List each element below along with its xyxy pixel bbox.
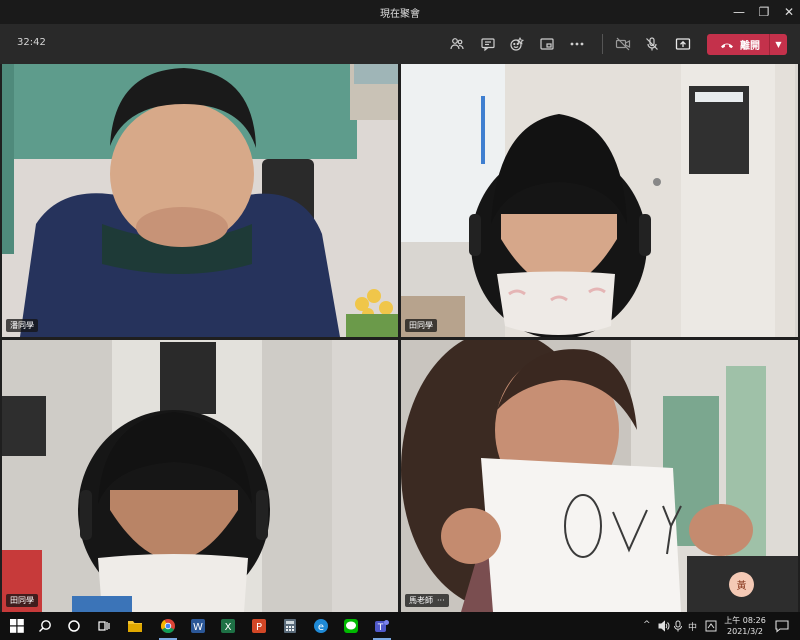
svg-text:P: P — [256, 622, 262, 633]
participant-video-feed — [401, 64, 798, 337]
file-explorer-icon[interactable] — [124, 616, 146, 636]
svg-text:X: X — [225, 622, 232, 633]
svg-text:W: W — [193, 622, 203, 633]
meeting-timer: 32:42 — [17, 37, 46, 48]
word-icon[interactable]: W — [187, 616, 209, 636]
notification-center-icon[interactable] — [774, 618, 790, 634]
powerpoint-icon[interactable]: P — [248, 616, 270, 636]
svg-text:e: e — [318, 622, 324, 633]
participant-name: 田同學 — [409, 321, 433, 330]
leave-main[interactable]: 離開 — [707, 34, 769, 55]
microphone-tray-icon[interactable] — [667, 616, 689, 636]
close-button[interactable]: ✕ — [776, 0, 800, 24]
self-view-tile[interactable]: 黃 — [687, 556, 798, 612]
minimize-button[interactable]: — — [726, 0, 752, 24]
participant-video-feed — [2, 64, 398, 337]
leave-label: 離開 — [740, 41, 760, 52]
share-screen-icon[interactable] — [673, 34, 693, 54]
participant-name-tag: 田同學 — [6, 594, 38, 607]
teams-meeting-window: 現在聚會 — ❐ ✕ 32:42 離開 ▼ 潘同學 田同學 田同學 馬老師 ··… — [0, 0, 800, 640]
participant-name: 田同學 — [10, 596, 34, 605]
leave-options-chevron-icon[interactable]: ▼ — [770, 40, 787, 49]
participant-video-tile[interactable]: 潘同學 — [2, 64, 398, 337]
participant-name-tag: 田同學 — [405, 319, 437, 332]
participant-video-tile[interactable]: 田同學 — [401, 64, 798, 337]
chrome-icon[interactable] — [157, 616, 179, 640]
svg-text:T: T — [377, 623, 384, 633]
tray-overflow-chevron-icon[interactable]: ^ — [643, 620, 651, 630]
title-bar: 現在聚會 — ❐ ✕ — [0, 0, 800, 24]
camera-off-icon[interactable] — [613, 34, 633, 54]
toolbar-divider — [602, 34, 603, 54]
more-actions-icon[interactable] — [567, 34, 587, 54]
ime-mode-icon[interactable] — [700, 616, 722, 636]
edge-icon[interactable]: e — [310, 616, 332, 636]
hang-up-icon — [721, 43, 733, 48]
task-view-icon[interactable] — [93, 616, 115, 636]
cortana-icon[interactable] — [63, 616, 85, 636]
search-icon[interactable] — [34, 616, 56, 636]
participant-name-tag: 馬老師 ··· — [405, 594, 449, 607]
system-clock[interactable]: 上午 08:26 2021/3/2 — [722, 615, 768, 637]
windows-taskbar: W X P e T ^ 中 上午 08:26 2021/3/2 — [0, 612, 800, 640]
participant-name: 馬老師 — [409, 596, 433, 605]
participant-name-tag: 潘同學 — [6, 319, 38, 332]
reactions-icon[interactable] — [507, 34, 527, 54]
clock-date: 2021/3/2 — [727, 627, 763, 636]
leave-button[interactable]: 離開 ▼ — [707, 34, 787, 55]
line-icon[interactable] — [340, 616, 362, 636]
meeting-toolbar: 32:42 離開 ▼ — [0, 24, 800, 64]
teams-icon[interactable]: T — [371, 616, 393, 640]
chat-icon[interactable] — [478, 34, 498, 54]
windows-start-icon[interactable] — [6, 616, 28, 636]
window-title: 現在聚會 — [380, 9, 420, 20]
participant-video-tile[interactable]: 田同學 — [2, 340, 398, 612]
ime-indicator[interactable]: 中 — [688, 620, 697, 633]
participant-video-feed — [2, 340, 398, 612]
breakout-rooms-icon[interactable] — [537, 34, 557, 54]
excel-icon[interactable]: X — [217, 616, 239, 636]
participant-name: 潘同學 — [10, 321, 34, 330]
participant-more-options-icon[interactable]: ··· — [437, 596, 445, 605]
restore-button[interactable]: ❐ — [751, 0, 777, 24]
participants-icon[interactable] — [447, 34, 467, 54]
clock-time: 上午 08:26 — [724, 616, 766, 625]
calculator-icon[interactable] — [279, 616, 301, 636]
self-avatar: 黃 — [729, 572, 754, 597]
mic-off-icon[interactable] — [642, 34, 662, 54]
